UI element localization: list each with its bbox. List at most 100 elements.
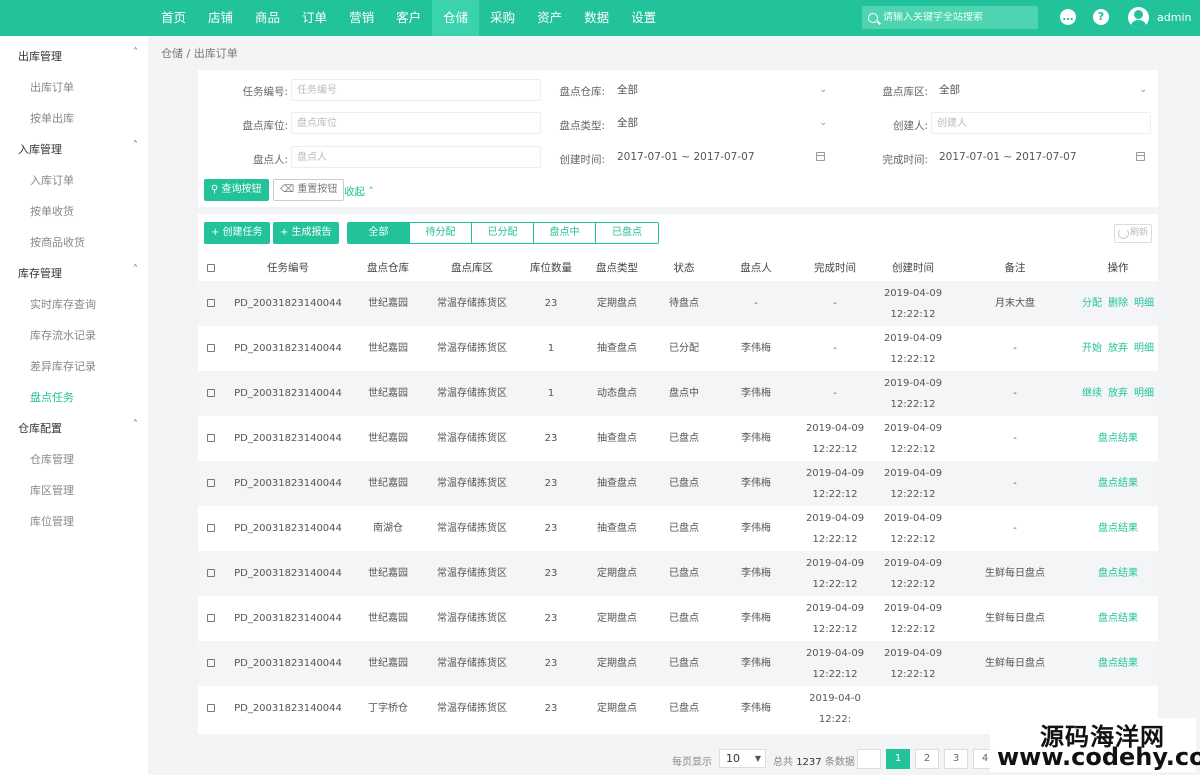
action-link[interactable]: 盘点结果	[1098, 523, 1138, 534]
avatar[interactable]	[1128, 7, 1149, 28]
nav-item-5[interactable]: 客户	[385, 0, 432, 36]
row-checkbox[interactable]	[207, 569, 215, 577]
reset-button[interactable]: ⌫ 重置按钮	[273, 179, 345, 201]
tab-3[interactable]: 盘点中	[534, 223, 596, 243]
warehouse-value: 全部	[617, 84, 638, 96]
row-checkbox[interactable]	[207, 434, 215, 442]
type-value: 全部	[617, 117, 638, 129]
sidebar-item-1-2[interactable]: 按商品收货	[30, 234, 85, 250]
row-checkbox[interactable]	[207, 479, 215, 487]
global-search[interactable]	[862, 6, 1038, 29]
global-search-input[interactable]	[883, 12, 1033, 23]
action-link[interactable]: 盘点结果	[1098, 433, 1138, 444]
cell-status: 已盘点	[652, 416, 716, 461]
sidebar-group-3[interactable]: 仓库配置 ˄	[18, 419, 138, 436]
sidebar-item-1-0[interactable]: 入库订单	[30, 172, 74, 188]
nav-item-6[interactable]: 仓储	[432, 0, 480, 36]
cell-no: PD_20031823140044	[224, 596, 352, 641]
cell-status: 待盘点	[652, 281, 716, 326]
create-task-button[interactable]: + 创建任务	[204, 222, 270, 244]
page-button-2[interactable]: 2	[915, 749, 939, 769]
creator-input[interactable]	[931, 112, 1151, 134]
sidebar-group-2[interactable]: 库存管理 ˄	[18, 264, 138, 281]
action-link[interactable]: 开始	[1082, 343, 1102, 354]
sidebar-item-3-2[interactable]: 库位管理	[30, 513, 74, 529]
select-all-checkbox[interactable]	[207, 263, 215, 272]
action-link[interactable]: 放弃	[1108, 388, 1128, 399]
collapse-link[interactable]: 收起 ˄	[344, 184, 374, 199]
action-link[interactable]: 删除	[1108, 298, 1128, 309]
action-link[interactable]: 明细	[1134, 388, 1154, 399]
nav-item-7[interactable]: 采购	[479, 0, 526, 36]
action-link[interactable]: 分配	[1082, 298, 1102, 309]
cell-status: 已盘点	[652, 596, 716, 641]
nav-item-8[interactable]: 资产	[526, 0, 573, 36]
sidebar-group-1[interactable]: 入库管理 ˄	[18, 140, 138, 157]
generate-report-button[interactable]: + 生成报告	[273, 222, 339, 244]
nav-item-4[interactable]: 营销	[338, 0, 385, 36]
tab-4[interactable]: 已盘点	[596, 223, 658, 243]
cell-actions: 盘点结果	[1078, 416, 1158, 461]
row-checkbox[interactable]	[207, 389, 215, 397]
row-checkbox[interactable]	[207, 299, 215, 307]
sidebar-item-2-2[interactable]: 差异库存记录	[30, 358, 96, 374]
cell-status: 已盘点	[652, 686, 716, 731]
nav-item-3[interactable]: 订单	[291, 0, 338, 36]
row-checkbox[interactable]	[207, 614, 215, 622]
per-page-value: 10	[726, 752, 740, 765]
sidebar-item-2-3[interactable]: 盘点任务	[30, 389, 74, 405]
table-row: PD_20031823140044 世纪嘉园 常温存储拣货区 23 定期盘点 已盘点 李伟梅…	[198, 596, 1158, 641]
task-no-input[interactable]	[291, 79, 541, 101]
action-link[interactable]: 放弃	[1108, 343, 1128, 354]
sidebar-item-1-1[interactable]: 按单收货	[30, 203, 74, 219]
sidebar-item-2-1[interactable]: 库存流水记录	[30, 327, 96, 343]
nav-item-0[interactable]: 首页	[150, 0, 197, 36]
action-link[interactable]: 盘点结果	[1098, 658, 1138, 669]
sidebar-item-0-0[interactable]: 出库订单	[30, 79, 74, 95]
header-checkbox-cell	[198, 254, 224, 281]
counter-input[interactable]	[291, 146, 541, 168]
sidebar-item-3-0[interactable]: 仓库管理	[30, 451, 74, 467]
sidebar-item-3-1[interactable]: 库区管理	[30, 482, 74, 498]
row-checkbox-cell	[198, 686, 224, 731]
sidebar-item-2-0[interactable]: 实时库存查询	[30, 296, 96, 312]
action-link[interactable]: 盘点结果	[1098, 568, 1138, 579]
done-date: 2019-04-09	[805, 467, 865, 479]
row-checkbox[interactable]	[207, 659, 215, 667]
sidebar-group-0[interactable]: 出库管理 ˄	[18, 47, 138, 64]
message-icon[interactable]: …	[1060, 9, 1076, 25]
zone-select[interactable]: 全部 ⌄	[939, 79, 1147, 101]
prev-page-button[interactable]	[857, 749, 881, 769]
filter-panel: 任务编号: 盘点仓库: 全部 ⌄ 盘点库区: 全部 ⌄ 盘点库位: 盘点类型: …	[198, 70, 1158, 207]
cell-actions: 盘点结果	[1078, 596, 1158, 641]
created-time-range[interactable]: 2017-07-01 ~ 2017-07-07	[617, 146, 827, 168]
location-input[interactable]	[291, 112, 541, 134]
nav-item-10[interactable]: 设置	[620, 0, 667, 36]
tab-1[interactable]: 待分配	[410, 223, 472, 243]
tab-0[interactable]: 全部	[348, 223, 410, 243]
action-link[interactable]: 明细	[1134, 298, 1154, 309]
action-link[interactable]: 明细	[1134, 343, 1154, 354]
nav-item-2[interactable]: 商品	[244, 0, 291, 36]
action-link[interactable]: 盘点结果	[1098, 478, 1138, 489]
action-link[interactable]: 继续	[1082, 388, 1102, 399]
page-button-1[interactable]: 1	[886, 749, 910, 769]
refresh-button[interactable]: 刷新	[1114, 224, 1152, 243]
tab-2[interactable]: 已分配	[472, 223, 534, 243]
row-checkbox[interactable]	[207, 524, 215, 532]
query-button[interactable]: ⚲ 查询按钮	[204, 179, 269, 201]
warehouse-select[interactable]: 全部 ⌄	[617, 79, 827, 101]
row-checkbox[interactable]	[207, 344, 215, 352]
action-link[interactable]: 盘点结果	[1098, 613, 1138, 624]
per-page-select[interactable]: 10 ▼	[719, 749, 766, 768]
nav-item-9[interactable]: 数据	[573, 0, 620, 36]
nav-item-1[interactable]: 店铺	[197, 0, 244, 36]
user-name[interactable]: admin	[1157, 11, 1191, 24]
help-icon[interactable]: ?	[1093, 9, 1109, 25]
row-checkbox[interactable]	[207, 704, 215, 712]
finished-time-range[interactable]: 2017-07-01 ~ 2017-07-07	[939, 146, 1147, 168]
type-select[interactable]: 全部 ⌄	[617, 112, 827, 134]
page-button-3[interactable]: 3	[944, 749, 968, 769]
chevron-up-icon: ˄	[133, 264, 138, 275]
sidebar-item-0-1[interactable]: 按单出库	[30, 110, 74, 126]
